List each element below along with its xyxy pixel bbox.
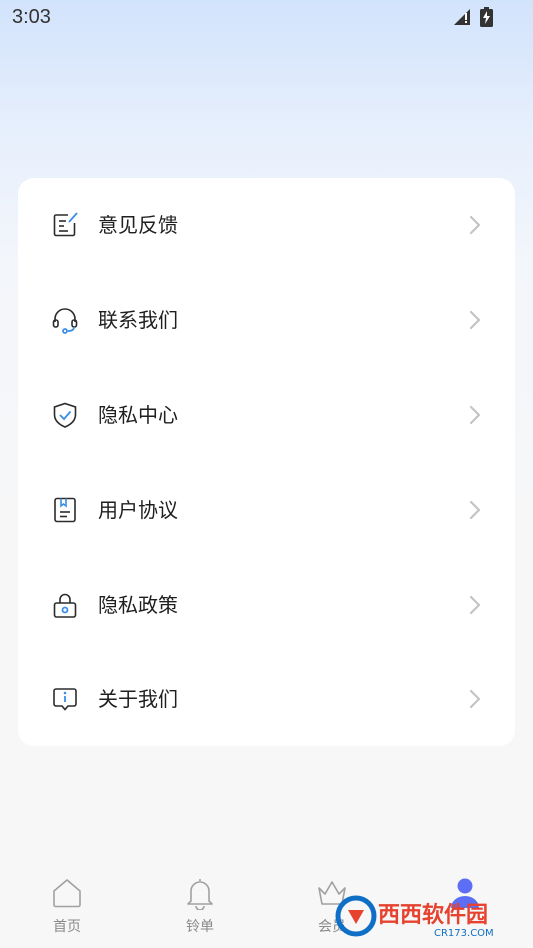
watermark-subtext: CR173.COM	[434, 928, 494, 939]
agreement-document-icon	[54, 497, 76, 523]
menu-item-contact-us[interactable]: 联系我们	[18, 273, 515, 367]
menu-item-label: 隐私政策	[98, 593, 178, 617]
headset-icon	[52, 308, 78, 334]
chevron-right-icon	[469, 310, 481, 330]
tab-label: 首页	[53, 919, 81, 935]
settings-menu-card: 意见反馈 联系我们 隐私中心 用户协议 隐私政策 关于我们	[18, 178, 515, 746]
signal-icon	[454, 9, 470, 25]
status-time: 3:03	[12, 6, 51, 28]
tab-bells[interactable]: 铃单	[160, 876, 240, 942]
bell-icon	[187, 879, 213, 910]
info-icon	[53, 688, 77, 711]
tab-home[interactable]: 首页	[27, 876, 107, 942]
menu-item-label: 隐私中心	[98, 403, 178, 427]
status-icons	[452, 7, 493, 27]
home-icon	[53, 879, 81, 908]
status-bar: 3:03	[0, 0, 533, 36]
chevron-right-icon	[469, 595, 481, 615]
chevron-right-icon	[469, 405, 481, 425]
menu-item-privacy-center[interactable]: 隐私中心	[18, 368, 515, 462]
chevron-right-icon	[469, 500, 481, 520]
menu-item-label: 意见反馈	[98, 213, 178, 237]
menu-item-privacy-policy[interactable]: 隐私政策	[18, 558, 515, 652]
watermark-text: 西西软件园	[378, 902, 488, 928]
menu-item-label: 联系我们	[98, 308, 178, 332]
chevron-right-icon	[469, 689, 481, 709]
chevron-right-icon	[469, 215, 481, 235]
menu-item-user-agreement[interactable]: 用户协议	[18, 463, 515, 557]
menu-item-about-us[interactable]: 关于我们	[18, 652, 515, 746]
menu-item-label: 用户协议	[98, 498, 178, 522]
battery-icon	[480, 7, 493, 27]
shield-check-icon	[53, 402, 77, 428]
lock-icon	[53, 593, 77, 618]
feedback-icon	[53, 212, 78, 237]
menu-item-feedback[interactable]: 意见反馈	[18, 178, 515, 272]
watermark-logo: 西西软件园 CR173.COM	[334, 892, 514, 940]
menu-item-label: 关于我们	[98, 687, 178, 711]
tab-label: 铃单	[186, 919, 214, 935]
